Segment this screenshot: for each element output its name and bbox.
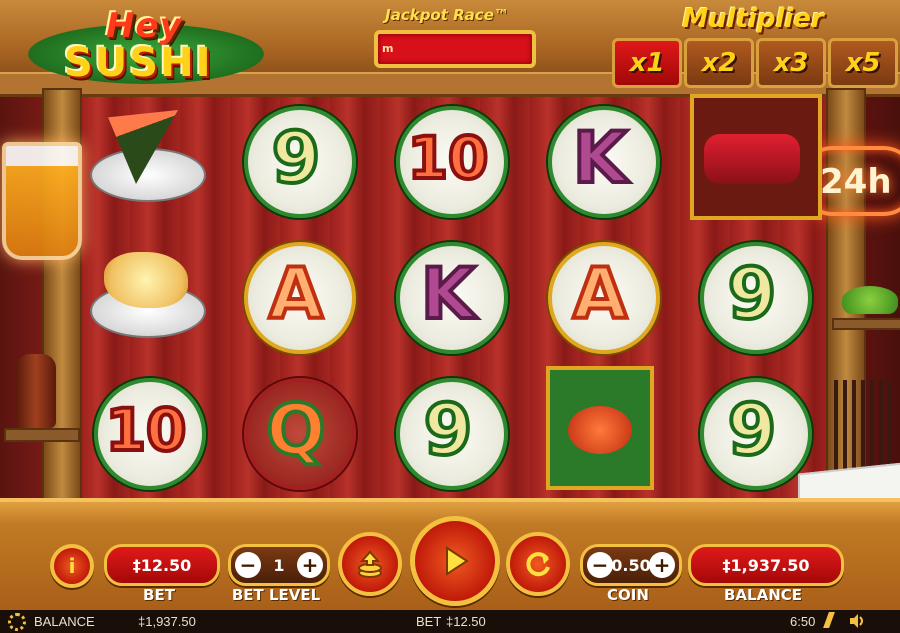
jackpot-marker: m [382,42,394,55]
bet-value: ‡12.50 [132,555,192,575]
reel-symbol-ten: 10 [392,102,508,218]
chopsticks-icon [834,380,894,474]
reel-symbol-ace: A [240,238,356,354]
status-bar: BALANCE ‡1,937.50 BET ‡12.50 6:50 [0,610,900,633]
status-balance-value: ‡1,937.50 [138,614,196,629]
wasabi-bowl-icon [842,286,898,314]
reel-symbol-king: K [544,102,660,218]
multiplier-title: Multiplier [682,4,824,34]
symbol-glyph: A [267,251,325,337]
reel-symbol-tempura-dish [90,238,206,350]
clock-time: 6:50 [790,614,816,629]
info-button[interactable]: i [50,544,94,588]
coin-plus-button[interactable]: + [649,552,675,578]
symbol-glyph: 9 [726,251,779,337]
balance-value: ‡1,937.50 [722,555,810,575]
reel-symbol-nine: 9 [696,238,812,354]
reel-symbol-crab [544,366,656,490]
info-icon: i [68,554,76,578]
reel-symbol-queen: Q [240,374,356,490]
multiplier-x5: x5 [828,38,898,88]
tempura-shrimp-icon [104,252,188,308]
symbol-glyph: 10 [406,122,491,194]
game-logo: Hey SUSHI [28,4,264,88]
symbol-glyph: 10 [104,394,189,466]
logo-line2: SUSHI [64,40,213,86]
jackpot-progress-bar: m [374,30,536,68]
bet-label: BET [143,586,175,604]
crab-icon [546,366,654,490]
bet-level-value: 1 [273,555,285,575]
symbol-glyph: 9 [422,387,475,473]
symbol-glyph: 9 [726,387,779,473]
status-bet-value: ‡12.50 [446,614,486,629]
jackpot-title: Jackpot Race™ [385,6,509,24]
reel-symbol-nine: 9 [392,374,508,490]
coin-control: − 0.50 + [580,544,682,586]
soy-sauce-bottle-icon [16,354,56,428]
reel-symbol-king: K [392,238,508,354]
multiplier-x3: x3 [756,38,826,88]
symbol-glyph: A [571,251,629,337]
left-shelf [4,428,80,442]
neon-beer-icon [2,142,82,260]
bet-level-plus-button[interactable]: + [297,552,323,578]
jackpot-race-panel: Jackpot Race™ m [362,6,536,70]
symbol-glyph: Q [264,387,328,473]
reel-symbol-temaki-dish [90,102,206,214]
reel-symbol-ace: A [544,238,660,354]
sushi-platter-icon [690,94,822,220]
bet-display: ‡12.50 [104,544,220,586]
settings-gear-icon[interactable] [8,613,26,631]
coin-value: 0.50 [611,555,651,575]
symbol-glyph: K [571,115,629,201]
play-icon [446,546,469,576]
symbol-glyph: 9 [270,115,323,201]
game-stage: Hey SUSHI Jackpot Race™ m Multiplier x1 … [0,0,900,633]
symbol-glyph: K [419,251,477,337]
coin-stack-icon [358,550,382,578]
coin-minus-button[interactable]: − [587,552,613,578]
bet-level-control: − 1 + [228,544,330,586]
balance-display: ‡1,937.50 [688,544,844,586]
coin-label: COIN [607,586,649,604]
status-bet-label: BET [416,614,442,629]
status-balance-label: BALANCE [34,614,95,629]
bet-level-minus-button[interactable]: − [235,552,261,578]
multiplier-panel: Multiplier x1 x2 x3 x5 [608,4,898,88]
reel-symbol-ten: 10 [90,374,206,490]
max-bet-button[interactable] [338,532,402,596]
bet-level-label: BET LEVEL [231,586,321,604]
autoplay-button[interactable] [506,532,570,596]
multiplier-x2: x2 [684,38,754,88]
spin-button[interactable] [410,516,500,606]
sound-icon[interactable] [848,612,866,630]
reel-symbol-sushi-platter [690,94,822,220]
tuna-sushi [704,134,800,184]
refresh-icon [526,552,550,577]
multiplier-x1: x1 [612,38,682,88]
balance-label: BALANCE [723,586,803,604]
crab-body [568,406,632,454]
reel-symbol-nine: 9 [696,374,812,490]
right-shelf [832,318,900,330]
reel-symbol-nine: 9 [240,102,356,218]
